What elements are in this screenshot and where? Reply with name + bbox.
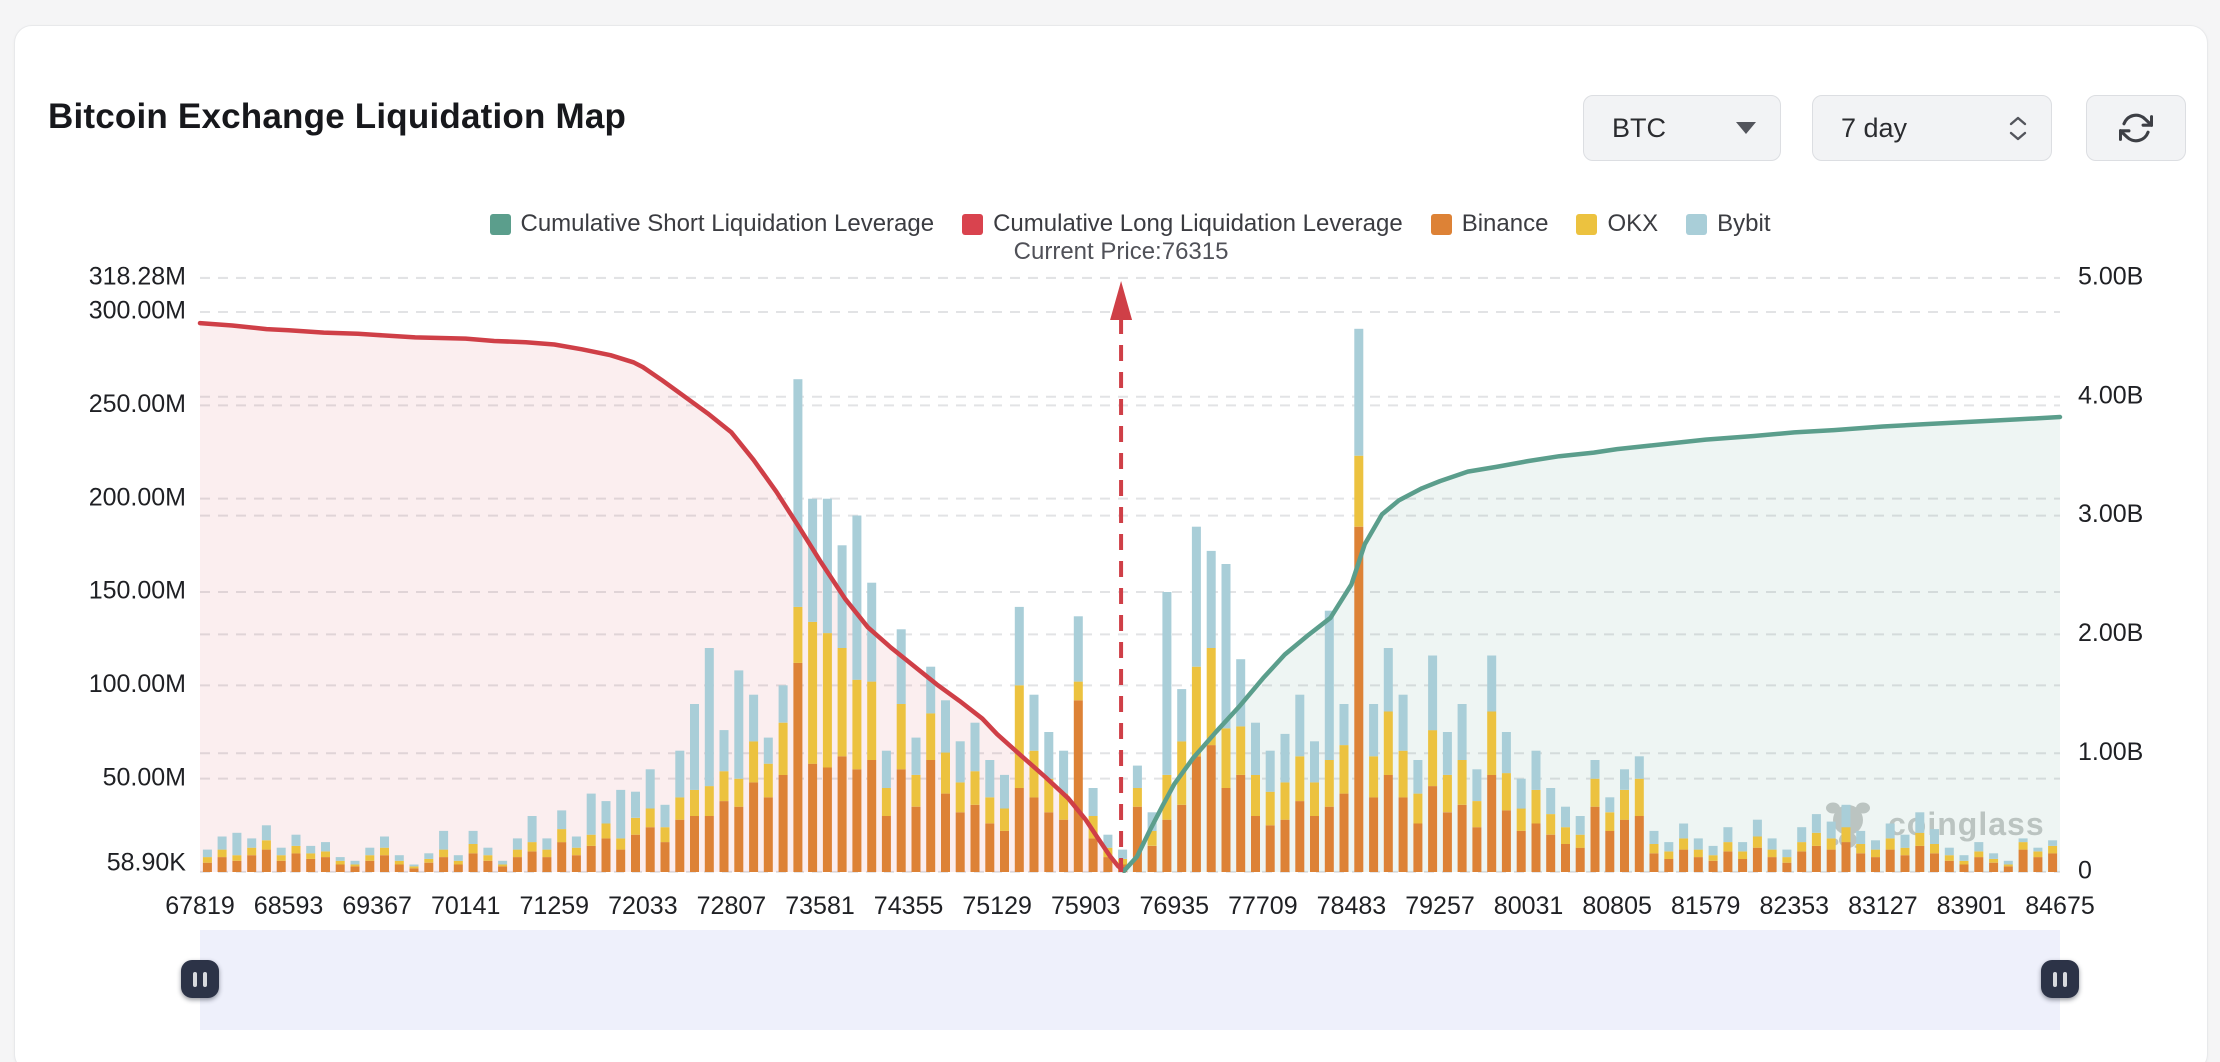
coinglass-bull-icon <box>1822 798 1874 850</box>
legend-item-label: OKX <box>1607 210 1658 238</box>
page: Bitcoin Exchange Liquidation Map BTC 7 d… <box>0 0 2220 1062</box>
page-title: Bitcoin Exchange Liquidation Map <box>48 96 626 138</box>
legend-item-label: Cumulative Long Liquidation Leverage <box>993 210 1403 238</box>
legend-swatch-icon <box>1686 214 1707 235</box>
chart-card <box>14 25 2208 1062</box>
current-price-label: Current Price:76315 <box>1014 238 1229 266</box>
chart-legend: Cumulative Short Liquidation Leverage Cum… <box>200 210 2060 238</box>
watermark-text: coinglass <box>1888 806 2045 843</box>
symbol-select[interactable]: BTC <box>1583 95 1781 161</box>
legend-swatch-icon <box>490 214 511 235</box>
refresh-icon <box>2119 111 2153 145</box>
legend-item-binance[interactable]: Binance <box>1431 210 1549 238</box>
chevron-up-down-icon <box>2009 116 2027 141</box>
legend-swatch-icon <box>1576 214 1597 235</box>
slider-handle-right[interactable] <box>2041 960 2079 998</box>
refresh-button[interactable] <box>2086 95 2186 161</box>
legend-item-bybit[interactable]: Bybit <box>1686 210 1770 238</box>
legend-swatch-icon <box>1431 214 1452 235</box>
legend-item-okx[interactable]: OKX <box>1576 210 1658 238</box>
legend-item-cumulative-long-liquidation-leverage[interactable]: Cumulative Long Liquidation Leverage <box>962 210 1403 238</box>
caret-down-icon <box>1736 122 1756 134</box>
legend-item-label: Bybit <box>1717 210 1770 238</box>
pause-icon <box>2053 972 2057 987</box>
zoom-slider-track[interactable] <box>200 930 2060 1030</box>
slider-handle-left[interactable] <box>181 960 219 998</box>
symbol-select-value: BTC <box>1612 113 1666 144</box>
pause-icon <box>193 972 197 987</box>
period-select-value: 7 day <box>1841 113 1907 144</box>
coinglass-watermark: coinglass <box>1822 798 2045 850</box>
pause-icon <box>203 972 207 987</box>
period-select[interactable]: 7 day <box>1812 95 2052 161</box>
legend-item-cumulative-short-liquidation-leverage[interactable]: Cumulative Short Liquidation Leverage <box>490 210 935 238</box>
legend-swatch-icon <box>962 214 983 235</box>
legend-item-label: Binance <box>1462 210 1549 238</box>
pause-icon <box>2063 972 2067 987</box>
legend-item-label: Cumulative Short Liquidation Leverage <box>521 210 935 238</box>
